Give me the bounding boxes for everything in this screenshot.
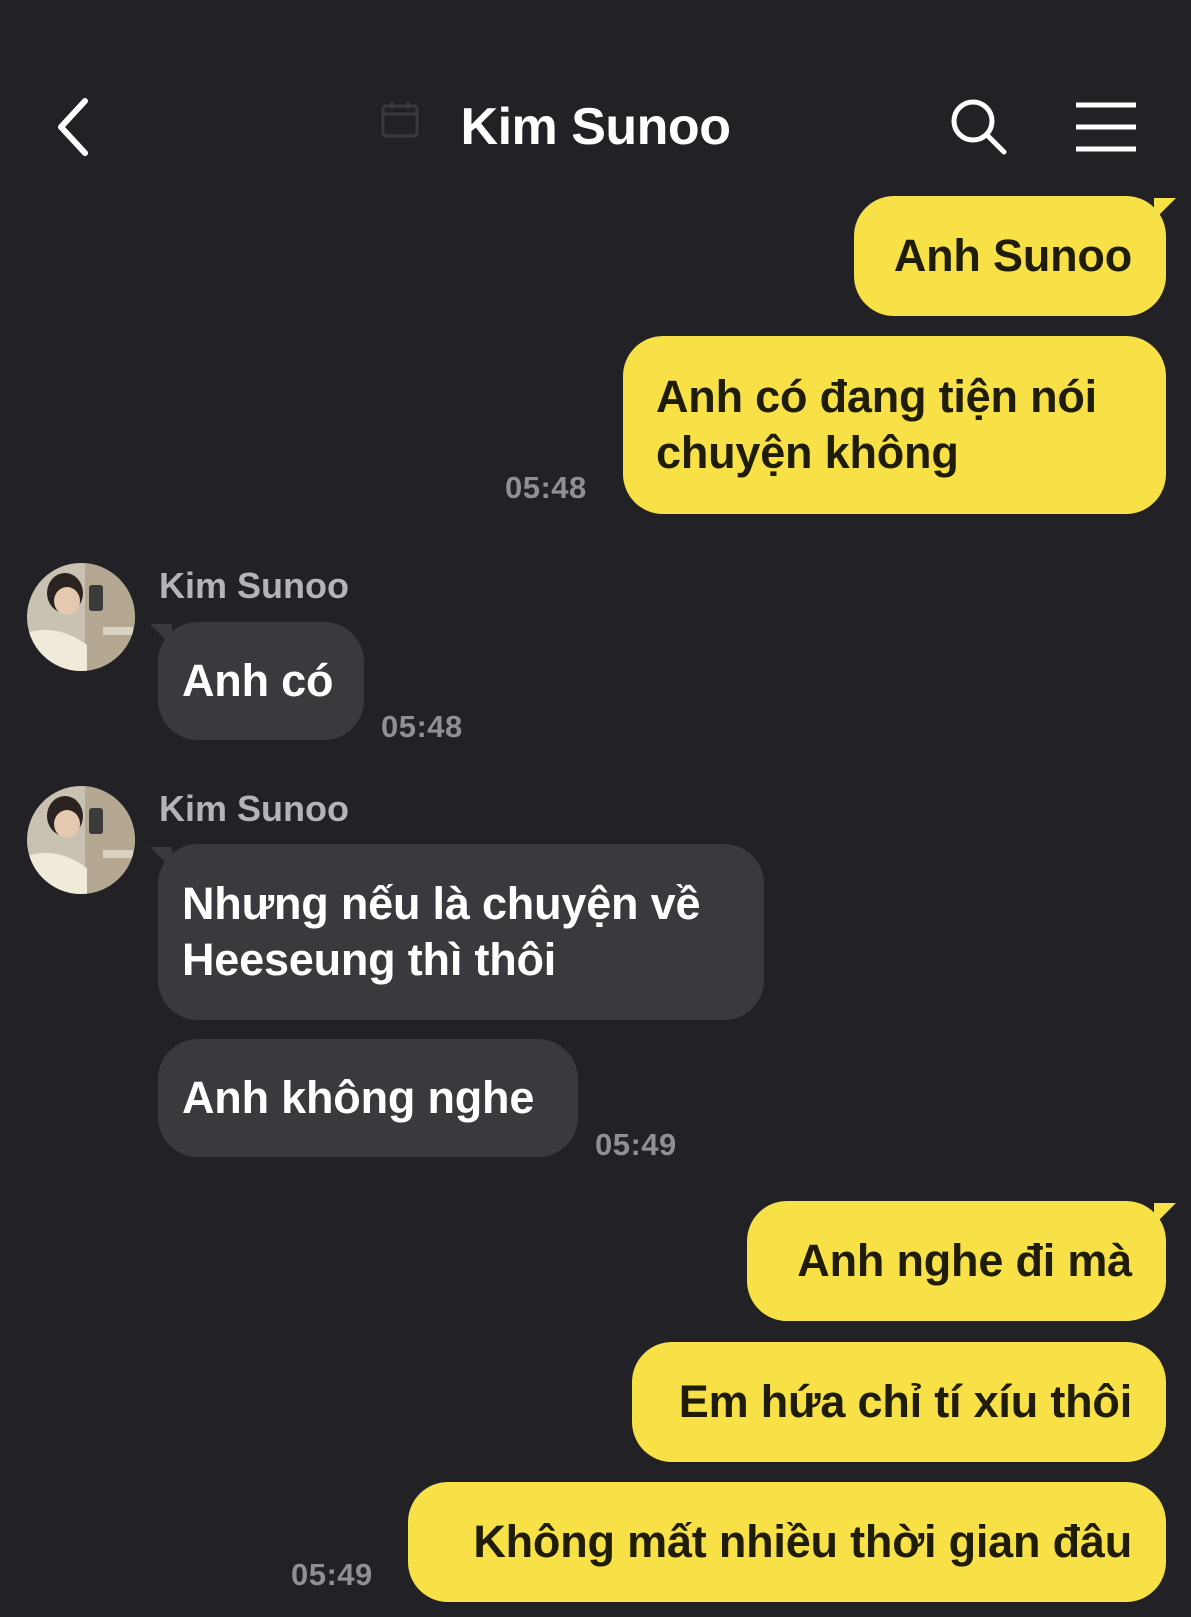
chat-title: Kim Sunoo	[460, 98, 731, 156]
message-text-line: Nhưng nếu là chuyện về	[182, 878, 701, 929]
avatar[interactable]	[27, 563, 135, 671]
bubble-tail	[1154, 198, 1176, 220]
message-bubble-incoming[interactable]: Anh không nghe	[158, 1039, 578, 1157]
message-timestamp: 05:49	[595, 1127, 677, 1162]
message-text-line: chuyện không	[656, 427, 959, 478]
message-timestamp: 05:48	[381, 709, 463, 744]
message-bubble-outgoing[interactable]: Không mất nhiều thời gian đâu	[408, 1482, 1166, 1602]
message-bubble-incoming[interactable]: Nhưng nếu là chuyện về Heeseung thì thôi	[158, 844, 764, 1020]
search-button[interactable]	[940, 88, 1018, 166]
profile-photo	[27, 786, 135, 894]
search-icon	[951, 99, 1007, 155]
message-text-line: Heeseung thì thôi	[182, 934, 557, 985]
avatar[interactable]	[27, 786, 135, 894]
bubble-tail	[1154, 1203, 1176, 1225]
message-timestamp: 05:48	[505, 470, 587, 505]
message-text: Anh Sunoo	[893, 230, 1132, 281]
menu-button[interactable]	[1068, 92, 1144, 162]
message-bubble-outgoing[interactable]: Em hứa chỉ tí xíu thôi	[632, 1342, 1166, 1462]
message-text: Anh nghe đi mà	[797, 1235, 1132, 1286]
message-text: Anh có	[182, 655, 334, 706]
sender-name: Kim Sunoo	[159, 565, 349, 606]
chevron-left-icon	[58, 98, 88, 156]
message-timestamp: 05:49	[291, 1557, 373, 1592]
message-bubble-incoming[interactable]: Anh có	[158, 622, 364, 740]
message-text: Em hứa chỉ tí xíu thôi	[678, 1376, 1132, 1427]
message-text: Không mất nhiều thời gian đâu	[473, 1516, 1132, 1567]
message-bubble-outgoing[interactable]: Anh Sunoo	[854, 196, 1166, 316]
back-button[interactable]	[38, 88, 108, 166]
message-text: Anh không nghe	[182, 1072, 535, 1123]
message-bubble-outgoing[interactable]: Anh có đang tiện nói chuyện không	[623, 336, 1166, 514]
sender-name: Kim Sunoo	[159, 788, 349, 829]
message-text-line: Anh có đang tiện nói	[656, 371, 1097, 422]
hamburger-menu-icon	[1076, 102, 1136, 152]
profile-photo	[27, 563, 135, 671]
message-bubble-outgoing[interactable]: Anh nghe đi mà	[747, 1201, 1166, 1321]
